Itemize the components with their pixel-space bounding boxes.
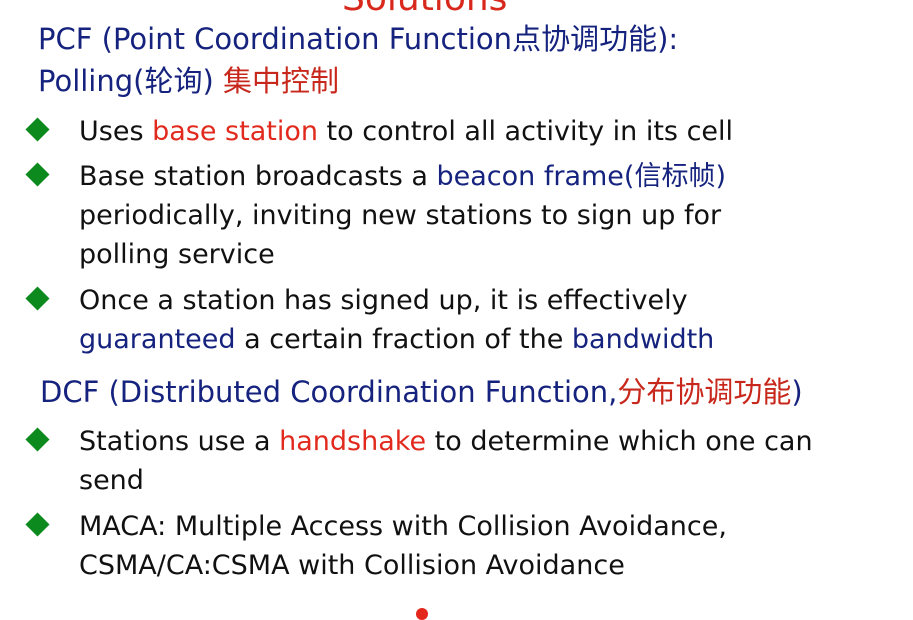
beacon-frame-term: beacon frame( xyxy=(436,161,635,192)
pcf-bullet-1: Uses base station to control all activit… xyxy=(79,118,733,145)
polling-chinese: 轮询 xyxy=(144,64,203,98)
pcf-bullet-2-line-2: periodically, inviting new stations to s… xyxy=(79,200,722,231)
pcf-heading: PCF (Point Coordination Function点协调功能): xyxy=(38,25,678,54)
pcf-bullet-3-line-2: guaranteed a certain fraction of the ban… xyxy=(79,326,714,353)
base-station-term: base station xyxy=(152,116,318,147)
guaranteed-term: guaranteed xyxy=(79,324,236,355)
bullet-diamond-icon xyxy=(25,512,50,537)
bullet-text: to determine which one can xyxy=(426,426,813,457)
pcf-heading-chinese: 点协调功能 xyxy=(512,22,658,56)
dcf-bullet-1: Stations use a handshake to determine wh… xyxy=(79,428,813,455)
pcf-heading-close: ): xyxy=(657,22,679,56)
bullet-text: Stations use a xyxy=(79,426,280,457)
pcf-bullet-3: Once a station has signed up, it is effe… xyxy=(79,285,688,316)
polling-close: ) xyxy=(202,64,224,98)
dcf-bullet-2: MACA: Multiple Access with Collision Avo… xyxy=(79,511,727,542)
handshake-term: handshake xyxy=(279,426,427,457)
bullet-text: to control all activity in its cell xyxy=(317,116,734,147)
dcf-heading-chinese: 分布协调功能 xyxy=(617,375,792,409)
beacon-frame-chinese: 信标帧 xyxy=(634,161,716,192)
dcf-bullet-1-line-2: send xyxy=(79,465,144,496)
dcf-bullet-2-line-2: CSMA/CA:CSMA with Collision Avoidance xyxy=(79,550,625,581)
polling-heading: Polling(轮询) 集中控制 xyxy=(38,67,339,96)
bullet-diamond-icon xyxy=(25,117,50,142)
pcf-bullet-2: Base station broadcasts a beacon frame(信… xyxy=(79,163,726,190)
slide-title: Solutions xyxy=(342,0,507,19)
polling-text: Polling( xyxy=(38,64,145,98)
dcf-heading: DCF (Distributed Coordination Function,分… xyxy=(40,378,803,407)
pcf-bullet-2-line-3: polling service xyxy=(79,239,275,270)
bullet-diamond-icon xyxy=(25,162,50,187)
bullet-text: a certain fraction of the xyxy=(235,324,572,355)
bullet-diamond-icon xyxy=(25,286,50,311)
laser-pointer-dot xyxy=(416,608,428,620)
centralized-control-chinese: 集中控制 xyxy=(223,64,340,98)
bullet-text: Base station broadcasts a xyxy=(79,161,437,192)
dcf-heading-text: DCF (Distributed Coordination Function, xyxy=(40,375,618,409)
bandwidth-term: bandwidth xyxy=(571,324,715,355)
dcf-heading-close: ) xyxy=(791,375,803,409)
bullet-diamond-icon xyxy=(25,427,50,452)
bullet-text: Uses xyxy=(79,116,153,147)
pcf-heading-text: PCF (Point Coordination Function xyxy=(38,22,513,56)
beacon-frame-close: ) xyxy=(715,161,726,192)
